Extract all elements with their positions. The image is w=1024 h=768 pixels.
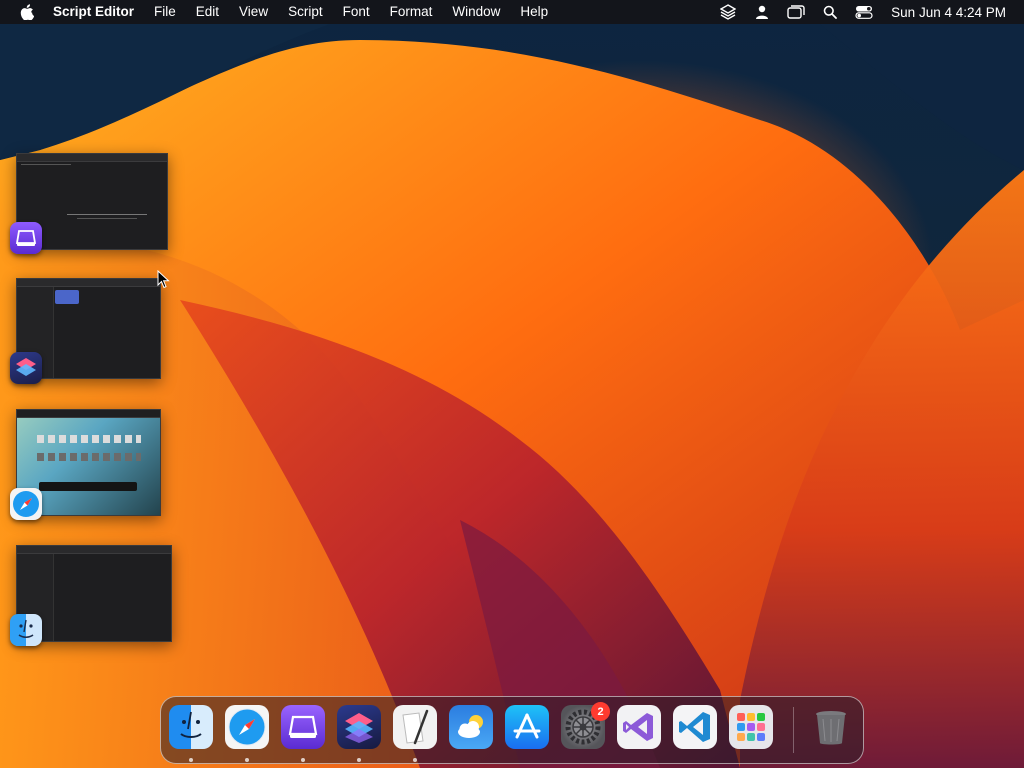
menu-script[interactable]: Script bbox=[278, 0, 333, 24]
shortcuts-icon bbox=[10, 352, 42, 384]
dock-separator bbox=[793, 707, 794, 753]
script-editor-icon bbox=[10, 222, 42, 254]
app-store-icon bbox=[513, 713, 541, 739]
menu-view[interactable]: View bbox=[229, 0, 278, 24]
script-editor-icon bbox=[288, 715, 318, 738]
visual-studio-icon bbox=[623, 713, 653, 741]
notification-badge: 2 bbox=[591, 702, 610, 721]
dock-script-editor[interactable] bbox=[281, 705, 325, 749]
dock-shortcuts[interactable] bbox=[337, 705, 381, 749]
dock-trash[interactable] bbox=[809, 705, 853, 749]
menu-help[interactable]: Help bbox=[510, 0, 558, 24]
launchpad-icon bbox=[737, 713, 765, 741]
finder-icon bbox=[180, 711, 202, 738]
dock-launchpad[interactable] bbox=[729, 705, 773, 749]
running-indicator bbox=[245, 758, 249, 762]
menu-bar: Script Editor File Edit View Script Font… bbox=[0, 0, 1024, 24]
running-indicator bbox=[357, 758, 361, 762]
control-center-icon[interactable] bbox=[853, 0, 875, 24]
dock-vscode[interactable] bbox=[673, 705, 717, 749]
menu-file[interactable]: File bbox=[144, 0, 186, 24]
pen-notes-icon bbox=[402, 709, 429, 745]
vscode-icon bbox=[679, 712, 710, 742]
dock-script-editor-document[interactable] bbox=[393, 705, 437, 749]
running-indicator bbox=[189, 758, 193, 762]
dock-weather[interactable] bbox=[449, 705, 493, 749]
dock-visual-studio[interactable] bbox=[617, 705, 661, 749]
trash-icon bbox=[816, 711, 846, 745]
dock-safari[interactable] bbox=[225, 705, 269, 749]
dock: 2 bbox=[160, 696, 864, 764]
menu-font[interactable]: Font bbox=[333, 0, 380, 24]
finder-icon bbox=[10, 614, 42, 646]
weather-icon bbox=[458, 715, 483, 738]
safari-icon bbox=[228, 708, 266, 746]
menubar-clock[interactable]: Sun Jun 4 4:24 PM bbox=[881, 5, 1024, 20]
shortcuts-icon bbox=[345, 713, 373, 743]
desktop-wallpaper bbox=[0, 0, 1024, 768]
menu-format[interactable]: Format bbox=[380, 0, 443, 24]
apple-menu-icon[interactable] bbox=[17, 0, 37, 24]
safari-icon bbox=[10, 488, 42, 520]
window-mirror-icon[interactable] bbox=[785, 0, 807, 24]
running-indicator bbox=[301, 758, 305, 762]
running-indicator bbox=[413, 758, 417, 762]
layers-icon[interactable] bbox=[717, 0, 739, 24]
dock-finder[interactable] bbox=[169, 705, 213, 749]
user-icon[interactable] bbox=[751, 0, 773, 24]
mouse-cursor-icon bbox=[157, 269, 171, 290]
app-menu-script-editor[interactable]: Script Editor bbox=[43, 0, 144, 24]
search-icon[interactable] bbox=[819, 0, 841, 24]
menu-window[interactable]: Window bbox=[442, 0, 510, 24]
menu-edit[interactable]: Edit bbox=[186, 0, 229, 24]
dock-app-store[interactable] bbox=[505, 705, 549, 749]
